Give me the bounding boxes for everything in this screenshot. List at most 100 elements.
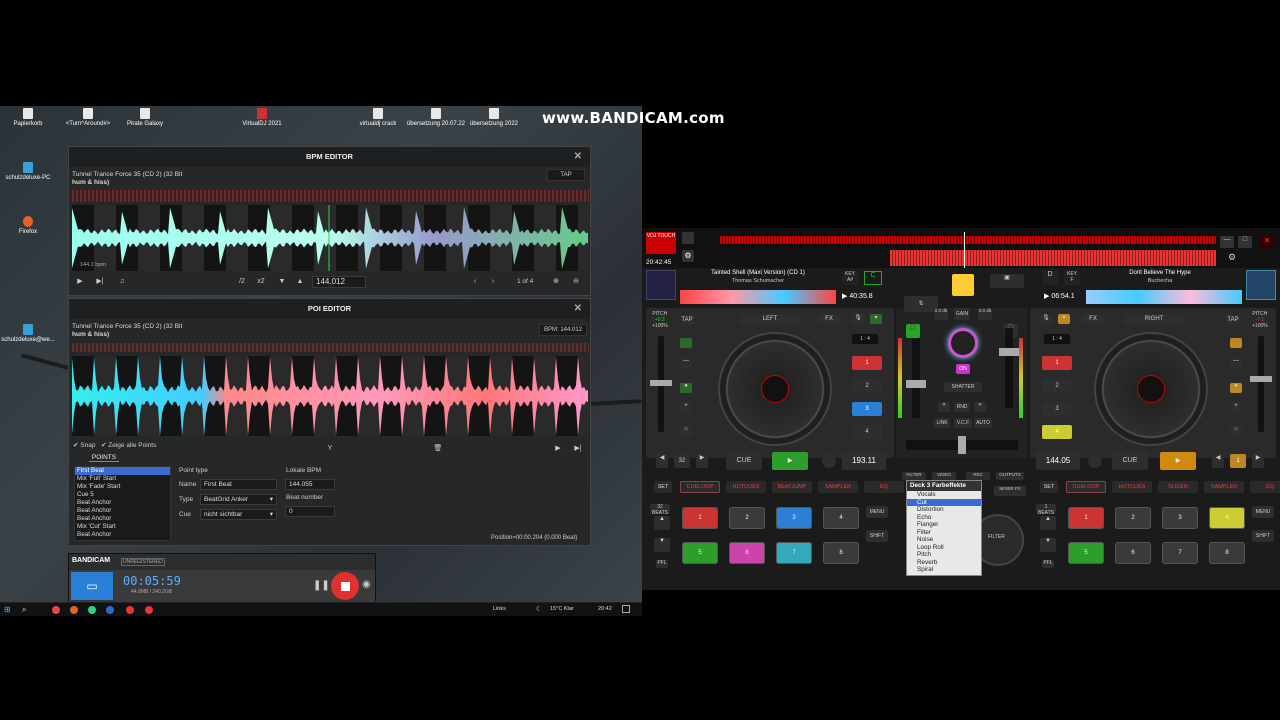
- menu-item[interactable]: Spiral: [907, 566, 981, 574]
- bandicam-taskbar-icon[interactable]: [145, 606, 153, 614]
- overview-waveform-left[interactable]: [720, 236, 1216, 244]
- overview-waveform[interactable]: [72, 343, 589, 352]
- mode-tab-set[interactable]: SET: [1040, 481, 1058, 493]
- desktop-icon-virtualdj[interactable]: VirtualDJ 2021: [222, 108, 302, 127]
- marker-icon[interactable]: Y: [323, 442, 337, 455]
- remove-marker-icon[interactable]: ⊖: [569, 275, 583, 288]
- record-dot-icon[interactable]: ●: [680, 383, 692, 393]
- menu-item[interactable]: Loop Roll: [907, 544, 981, 552]
- sync-icon[interactable]: [680, 338, 692, 348]
- bpm-up-icon[interactable]: ▲: [293, 275, 307, 288]
- pad-5[interactable]: 5: [682, 542, 718, 564]
- menu-item[interactable]: Distortion: [907, 506, 981, 514]
- app-icon[interactable]: [106, 606, 114, 614]
- list-item[interactable]: Beat Anchor: [75, 515, 170, 523]
- next-icon[interactable]: ▶|: [571, 442, 585, 455]
- loop-size-left[interactable]: 32: [674, 454, 690, 468]
- hotcue-2[interactable]: 2: [852, 379, 882, 393]
- mini-waveform-left[interactable]: [680, 290, 836, 304]
- down-icon[interactable]: ▼: [654, 538, 670, 552]
- mixer-fx-tab[interactable]: MIXER FX: [994, 486, 1026, 496]
- hotcue-3[interactable]: 3: [852, 402, 882, 416]
- pad-8[interactable]: 8: [823, 542, 859, 564]
- jog-wheel-left[interactable]: [720, 334, 830, 444]
- plus-icon[interactable]: +: [680, 403, 692, 413]
- plus-icon[interactable]: +: [1230, 403, 1242, 413]
- mode-tab-eq[interactable]: EQ: [864, 481, 904, 493]
- close-icon[interactable]: ✕: [574, 299, 582, 319]
- list-item[interactable]: Mix 'Cut' Start: [75, 523, 170, 531]
- delete-icon[interactable]: 🗑: [431, 442, 445, 455]
- volume-fader-left[interactable]: [906, 338, 926, 418]
- list-item[interactable]: Beat Anchor: [75, 531, 170, 539]
- menu-item[interactable]: Noise: [907, 536, 981, 544]
- sync-icon[interactable]: [1230, 338, 1242, 348]
- desktop-icon-pc[interactable]: schulzdeluxe-PC: [0, 162, 68, 181]
- show-all-checkbox[interactable]: ✔ Zeige alle Points: [101, 441, 156, 449]
- list-item[interactable]: Mix 'Fade' Start: [75, 483, 170, 491]
- play-icon[interactable]: ▶: [551, 442, 565, 455]
- pad-1[interactable]: 1: [1068, 507, 1104, 529]
- mode-tab-cueloop[interactable]: CUELOOP: [1066, 481, 1106, 493]
- pitch-slider-right[interactable]: [1250, 336, 1272, 432]
- up-icon[interactable]: ▲: [654, 516, 670, 530]
- rec-tab[interactable]: REC: [966, 472, 990, 480]
- minus-icon[interactable]: —: [680, 358, 692, 368]
- next-icon[interactable]: »: [974, 402, 986, 412]
- mode-tab-eq[interactable]: EQ: [1250, 481, 1280, 493]
- bpm-input[interactable]: 144.012: [312, 276, 366, 288]
- folder-icon[interactable]: [952, 274, 974, 296]
- color-fx-knob[interactable]: [948, 328, 978, 358]
- pitch-slider-handle[interactable]: [1250, 376, 1272, 382]
- keylock-icon[interactable]: ⌂: [1230, 426, 1242, 436]
- pad-7[interactable]: 7: [776, 542, 812, 564]
- menu-item[interactable]: Filter: [907, 529, 981, 537]
- on-button[interactable]: ON: [956, 364, 970, 374]
- desktop-icon-uebersetzung2[interactable]: übersetzung 2022: [454, 108, 534, 127]
- key-sync-left[interactable]: C: [864, 271, 882, 285]
- pitch-slider-handle[interactable]: [650, 380, 672, 386]
- menu-item[interactable]: Vocals: [907, 491, 981, 499]
- deck-d-button[interactable]: D: [1042, 271, 1058, 285]
- list-item[interactable]: Beat Anchor: [75, 507, 170, 515]
- loop-prev-icon[interactable]: ◀: [656, 454, 668, 468]
- cue-select[interactable]: nicht sichtbar ▾: [200, 509, 277, 520]
- desktop-icon-firefox[interactable]: Firefox: [0, 216, 68, 235]
- sync-knob-left[interactable]: [822, 454, 836, 468]
- mode-tab-set[interactable]: SET: [654, 481, 672, 493]
- keylock-icon[interactable]: ⌂: [680, 426, 692, 436]
- mode-tab-cueloop[interactable]: CUELOOP: [680, 481, 720, 493]
- settings-icon[interactable]: ⚙: [682, 250, 694, 262]
- hotcue-1[interactable]: 1: [1042, 356, 1072, 370]
- metronome-icon[interactable]: ♫: [115, 275, 129, 288]
- down-arrow-icon[interactable]: ▾: [870, 314, 882, 324]
- record-dot-icon[interactable]: ●: [1230, 383, 1242, 393]
- notification-icon[interactable]: [622, 605, 630, 613]
- minimize-icon[interactable]: —: [1220, 236, 1234, 248]
- gear-icon[interactable]: ⚙: [1228, 252, 1236, 263]
- menu-button-left[interactable]: MENU: [866, 506, 888, 518]
- mode-tab-hotcues[interactable]: HOTCUES: [1112, 481, 1152, 493]
- mode-tab-sampler[interactable]: SAMPLER: [1204, 481, 1244, 493]
- stop-record-button[interactable]: [331, 572, 359, 600]
- mode-tab-hotcues[interactable]: HOTCUES: [726, 481, 766, 493]
- jog-wheel-right[interactable]: [1096, 334, 1206, 444]
- fx-button-right[interactable]: FX: [1082, 314, 1104, 324]
- camera-icon[interactable]: ◉: [362, 579, 371, 590]
- shift-button-left[interactable]: SHIFT: [866, 530, 888, 542]
- mixer-icon[interactable]: ⇅: [904, 296, 938, 312]
- screen-mode-button[interactable]: ▭: [71, 572, 113, 600]
- app-icon[interactable]: [88, 606, 96, 614]
- app-icon[interactable]: [126, 606, 134, 614]
- color-fx-menu[interactable]: Deck 3 Farbeffekte Vocals Cut Distortion Ec…: [906, 480, 982, 576]
- type-select[interactable]: BeatGrid Anker ▾: [200, 494, 277, 505]
- fader-handle[interactable]: [999, 348, 1019, 356]
- hotcue-3[interactable]: 3: [1042, 402, 1072, 416]
- browser-icon[interactable]: [682, 232, 694, 244]
- pad-1[interactable]: 1: [682, 507, 718, 529]
- list-item[interactable]: Mix 'Full' Start: [75, 475, 170, 483]
- pad-2[interactable]: 2: [729, 507, 765, 529]
- links-toolbar[interactable]: Links: [493, 606, 506, 612]
- mini-waveform-right[interactable]: [1086, 290, 1242, 304]
- pad-6[interactable]: 6: [729, 542, 765, 564]
